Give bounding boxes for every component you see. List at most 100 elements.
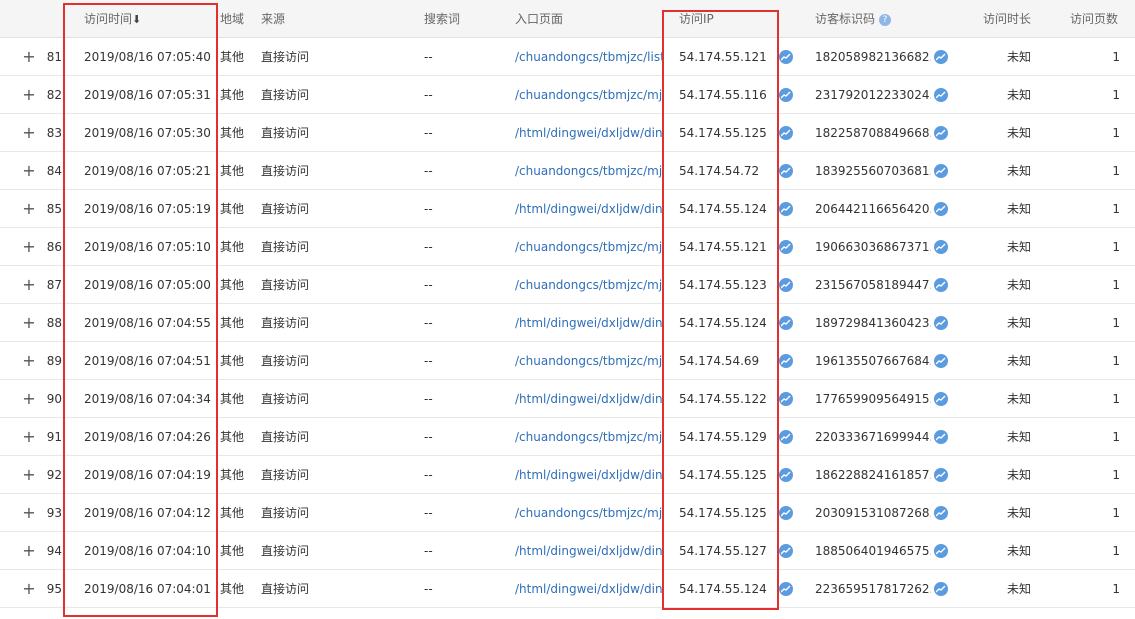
ip-trend-chart-icon[interactable]	[779, 164, 793, 178]
pages-viewed: 1	[1112, 126, 1120, 140]
expand-plus-icon[interactable]: +	[20, 418, 38, 456]
visitor-id: 203091531087268...	[815, 506, 931, 520]
pages-viewed: 1	[1112, 392, 1120, 406]
entry-page-link[interactable]: /chuandongcs/tbmjzc/mj...	[515, 152, 663, 190]
entry-page-link[interactable]: /html/dingwei/dxljdw/din...	[515, 570, 663, 608]
table-row[interactable]: + 87 2019/08/16 07:05:00 其他 直接访问 -- /chu…	[0, 266, 1135, 304]
visitor-trend-chart-icon[interactable]	[934, 88, 948, 102]
expand-plus-icon[interactable]: +	[20, 266, 38, 304]
table-row[interactable]: + 81 2019/08/16 07:05:40 其他 直接访问 -- /chu…	[0, 38, 1135, 76]
entry-page-link[interactable]: /html/dingwei/dxljdw/din...	[515, 380, 663, 418]
visitor-ip: 54.174.54.69	[679, 354, 760, 368]
table-row[interactable]: + 91 2019/08/16 07:04:26 其他 直接访问 -- /chu…	[0, 418, 1135, 456]
sort-desc-icon[interactable]: ⬇	[132, 13, 141, 26]
ip-trend-chart-icon[interactable]	[779, 582, 793, 596]
expand-plus-icon[interactable]: +	[20, 380, 38, 418]
column-header-time[interactable]: 访问时间⬇	[84, 0, 212, 38]
visitor-trend-chart-icon[interactable]	[934, 468, 948, 482]
table-row[interactable]: + 82 2019/08/16 07:05:31 其他 直接访问 -- /chu…	[0, 76, 1135, 114]
visitor-trend-chart-icon[interactable]	[934, 164, 948, 178]
region: 其他	[220, 164, 245, 178]
table-row[interactable]: + 88 2019/08/16 07:04:55 其他 直接访问 -- /htm…	[0, 304, 1135, 342]
ip-trend-chart-icon[interactable]	[779, 88, 793, 102]
visitor-ip: 54.174.55.129	[679, 430, 767, 444]
table-row[interactable]: + 83 2019/08/16 07:05:30 其他 直接访问 -- /htm…	[0, 114, 1135, 152]
visitor-trend-chart-icon[interactable]	[934, 126, 948, 140]
visitor-trend-chart-icon[interactable]	[934, 582, 948, 596]
search-term: --	[424, 354, 433, 368]
table-row[interactable]: + 92 2019/08/16 07:04:19 其他 直接访问 -- /htm…	[0, 456, 1135, 494]
source: 直接访问	[261, 430, 310, 444]
expand-plus-icon[interactable]: +	[20, 456, 38, 494]
visitor-ip: 54.174.55.121	[679, 240, 767, 254]
entry-page-link[interactable]: /html/dingwei/dxljdw/din...	[515, 114, 663, 152]
expand-plus-icon[interactable]: +	[20, 228, 38, 266]
visitor-trend-chart-icon[interactable]	[934, 544, 948, 558]
pages-viewed: 1	[1112, 164, 1120, 178]
expand-plus-icon[interactable]: +	[20, 38, 38, 76]
visitor-trend-chart-icon[interactable]	[934, 354, 948, 368]
table-row[interactable]: + 84 2019/08/16 07:05:21 其他 直接访问 -- /chu…	[0, 152, 1135, 190]
visitor-ip: 54.174.55.116	[679, 88, 767, 102]
visitor-trend-chart-icon[interactable]	[934, 240, 948, 254]
question-help-icon[interactable]: ?	[879, 13, 892, 26]
visitor-trend-chart-icon[interactable]	[934, 202, 948, 216]
entry-page-link[interactable]: /chuandongcs/tbmjzc/mj...	[515, 228, 663, 266]
table-row[interactable]: + 90 2019/08/16 07:04:34 其他 直接访问 -- /htm…	[0, 380, 1135, 418]
table-row[interactable]: + 94 2019/08/16 07:04:10 其他 直接访问 -- /htm…	[0, 532, 1135, 570]
visitor-trend-chart-icon[interactable]	[934, 430, 948, 444]
region: 其他	[220, 126, 245, 140]
entry-page-link[interactable]: /chuandongcs/tbmjzc/mj...	[515, 342, 663, 380]
visitor-trend-chart-icon[interactable]	[934, 278, 948, 292]
table-row[interactable]: + 86 2019/08/16 07:05:10 其他 直接访问 -- /chu…	[0, 228, 1135, 266]
entry-page-link[interactable]: /html/dingwei/dxljdw/din...	[515, 190, 663, 228]
ip-trend-chart-icon[interactable]	[779, 316, 793, 330]
expand-plus-icon[interactable]: +	[20, 342, 38, 380]
expand-plus-icon[interactable]: +	[20, 190, 38, 228]
expand-plus-icon[interactable]: +	[20, 76, 38, 114]
entry-page-link[interactable]: /chuandongcs/tbmjzc/mj...	[515, 266, 663, 304]
visitor-trend-chart-icon[interactable]	[934, 506, 948, 520]
ip-trend-chart-icon[interactable]	[779, 506, 793, 520]
expand-plus-icon[interactable]: +	[20, 532, 38, 570]
entry-page-link[interactable]: /html/dingwei/dxljdw/din...	[515, 532, 663, 570]
search-term: --	[424, 430, 433, 444]
table-row[interactable]: + 89 2019/08/16 07:04:51 其他 直接访问 -- /chu…	[0, 342, 1135, 380]
ip-trend-chart-icon[interactable]	[779, 126, 793, 140]
visitor-ip: 54.174.55.124	[679, 582, 767, 596]
entry-page-link[interactable]: /chuandongcs/tbmjzc/list...	[515, 38, 663, 76]
ip-trend-chart-icon[interactable]	[779, 240, 793, 254]
entry-page-link[interactable]: /chuandongcs/tbmjzc/mj...	[515, 76, 663, 114]
row-index: 86	[46, 240, 62, 254]
visitor-id: 188506401946575...	[815, 544, 931, 558]
expand-plus-icon[interactable]: +	[20, 114, 38, 152]
visitor-trend-chart-icon[interactable]	[934, 50, 948, 64]
ip-trend-chart-icon[interactable]	[779, 544, 793, 558]
entry-page-link[interactable]: /chuandongcs/tbmjzc/mj...	[515, 494, 663, 532]
pages-viewed: 1	[1112, 544, 1120, 558]
expand-plus-icon[interactable]: +	[20, 570, 38, 608]
visitor-trend-chart-icon[interactable]	[934, 392, 948, 406]
expand-plus-icon[interactable]: +	[20, 304, 38, 342]
entry-page-link[interactable]: /html/dingwei/dxljdw/din...	[515, 456, 663, 494]
table-row[interactable]: + 93 2019/08/16 07:04:12 其他 直接访问 -- /chu…	[0, 494, 1135, 532]
table-row[interactable]: + 95 2019/08/16 07:04:01 其他 直接访问 -- /htm…	[0, 570, 1135, 608]
ip-trend-chart-icon[interactable]	[779, 430, 793, 444]
entry-page-link[interactable]: /chuandongcs/tbmjzc/mj...	[515, 418, 663, 456]
pages-viewed: 1	[1112, 240, 1120, 254]
column-header-region: 地域	[220, 12, 245, 26]
visit-time: 2019/08/16 07:05:40	[84, 50, 211, 64]
expand-plus-icon[interactable]: +	[20, 494, 38, 532]
column-header-visitor-id: 访客标识码?	[815, 0, 935, 38]
visitor-trend-chart-icon[interactable]	[934, 316, 948, 330]
row-index: 95	[46, 582, 62, 596]
ip-trend-chart-icon[interactable]	[779, 50, 793, 64]
ip-trend-chart-icon[interactable]	[779, 202, 793, 216]
ip-trend-chart-icon[interactable]	[779, 392, 793, 406]
ip-trend-chart-icon[interactable]	[779, 278, 793, 292]
entry-page-link[interactable]: /html/dingwei/dxljdw/din...	[515, 304, 663, 342]
ip-trend-chart-icon[interactable]	[779, 468, 793, 482]
expand-plus-icon[interactable]: +	[20, 152, 38, 190]
table-row[interactable]: + 85 2019/08/16 07:05:19 其他 直接访问 -- /htm…	[0, 190, 1135, 228]
ip-trend-chart-icon[interactable]	[779, 354, 793, 368]
